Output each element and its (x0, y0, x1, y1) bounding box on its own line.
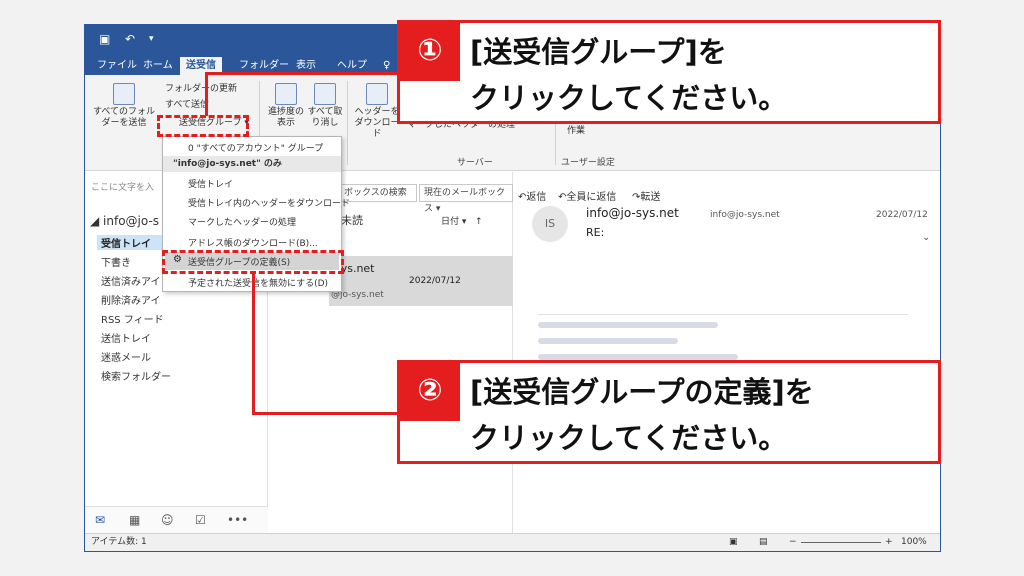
send-all-small-button[interactable]: すべて送信 (165, 97, 209, 110)
download-headers-label: ヘッダーをダウンロード (354, 107, 400, 139)
account-node[interactable]: ◢ info@jo-s (90, 214, 159, 228)
status-bar: アイテム数: 1 ▣ ▤ − + 100% (85, 533, 940, 551)
message-row[interactable]: -sys.net 2022/07/12 @jo-sys.net (329, 256, 513, 306)
menu-item-disable-scheduled[interactable]: 予定された送受信を無効にする(D) (188, 276, 328, 289)
folder-search-input[interactable]: ここに文字を入 (91, 180, 154, 193)
calendar-icon[interactable]: ▦ (129, 513, 140, 527)
reply-button[interactable]: ↶返信 (518, 188, 546, 203)
group-usersettings-label: ユーザー設定 (561, 158, 615, 168)
mail-icon[interactable]: ✉ (95, 513, 105, 527)
email-from[interactable]: info@jo-sys.net (586, 206, 679, 220)
mailbox-scope-select[interactable]: 現在のメールボックス ▾ (419, 184, 513, 214)
zoom-slider[interactable] (801, 542, 881, 543)
save-icon[interactable]: ▣ (99, 32, 110, 46)
zoom-out-icon[interactable]: − (789, 534, 797, 551)
reading-pane: ↶返信 ↶全員に返信 ↷転送 IS info@jo-sys.net info@j… (514, 172, 940, 534)
show-progress-label: 進捗度の表示 (267, 107, 304, 128)
undo-icon[interactable]: ↶ (125, 32, 135, 46)
highlight-send-receive-groups (157, 115, 249, 137)
download-icon (366, 83, 388, 105)
menu-item-inbox[interactable]: 受信トレイ (188, 177, 233, 190)
search-scope[interactable]: ボックスの検索 (339, 184, 417, 202)
connector-line (252, 273, 255, 414)
update-folder-button[interactable]: フォルダーの更新 (165, 81, 237, 94)
send-all-folders-button[interactable]: すべてのフォルダーを送信 (89, 83, 159, 129)
step-2-badge: ② (400, 363, 460, 421)
tab-home[interactable]: ホーム (137, 57, 179, 75)
cancel-all-button[interactable]: すべて取り消し (307, 83, 343, 129)
menu-item-address-book[interactable]: アドレス帳のダウンロード(B)... (188, 236, 318, 249)
folder-item-outbox[interactable]: 送信トレイ (101, 330, 151, 345)
menu-item-inbox-headers[interactable]: 受信トレイ内のヘッダーをダウンロード (188, 196, 350, 209)
forward-label: 転送 (640, 192, 661, 203)
normal-view-icon[interactable]: ▣ (729, 534, 738, 551)
connector-line (252, 412, 398, 415)
sort-label: 日付 (441, 217, 460, 227)
cancel-icon (314, 83, 336, 105)
blurred-line (538, 338, 678, 344)
menu-account-header: "info@jo-sys.net" のみ (163, 156, 341, 172)
show-progress-button[interactable]: 進捗度の表示 (265, 83, 307, 129)
divider (538, 314, 908, 315)
email-subject: RE: (586, 226, 605, 239)
sort-button[interactable]: 日付 ▾ ↑ (441, 214, 483, 227)
highlight-define-groups (162, 250, 344, 274)
send-all-icon (113, 83, 135, 105)
folder-item-deleted[interactable]: 削除済みアイ (101, 292, 161, 307)
folder-item-search[interactable]: 検索フォルダー (101, 368, 171, 383)
group-separator (347, 81, 348, 165)
item-count: アイテム数: 1 (91, 537, 147, 547)
callout-step-2: ② [送受信グループの定義]を クリックしてください。 (397, 360, 941, 464)
blurred-line (538, 322, 718, 328)
expand-icon[interactable]: ⌄ (922, 232, 930, 243)
people-icon[interactable]: ☺ (161, 513, 174, 527)
zoom-level: 100% (901, 537, 927, 547)
avatar: IS (532, 206, 568, 242)
progress-icon (275, 83, 297, 105)
reply-label: 返信 (526, 192, 547, 203)
filter-unread[interactable]: 未読 (341, 212, 363, 228)
connector-line (205, 72, 397, 75)
folder-item-sent[interactable]: 送信済みアイ (101, 273, 161, 288)
customize-qa-icon[interactable]: ▾ (149, 34, 154, 44)
download-headers-button[interactable]: ヘッダーをダウンロード (353, 83, 401, 140)
reply-all-label: 全員に返信 (566, 192, 617, 203)
folder-item-drafts[interactable]: 下書き (101, 254, 131, 269)
sort-direction-icon: ↑ (474, 217, 483, 227)
step-2-line-2: クリックしてください。 (470, 421, 788, 455)
send-all-label: すべてのフォルダーを送信 (92, 107, 155, 128)
reply-all-button[interactable]: ↶全員に返信 (558, 188, 616, 203)
zoom-in-icon[interactable]: + (885, 534, 893, 551)
email-to: info@jo-sys.net (710, 210, 780, 220)
mailbox-scope-label: 現在のメールボックス (424, 188, 506, 214)
account-label: info@jo-s (103, 214, 160, 228)
menu-item-all-accounts[interactable]: 0 "すべてのアカウント" グループ (188, 141, 323, 154)
group-server-label: サーバー (457, 158, 493, 168)
step-1-line-2: クリックしてください。 (470, 81, 788, 115)
more-icon[interactable]: ••• (227, 513, 248, 527)
step-1-line-1: [送受信グループ]を (470, 35, 727, 69)
folder-item-junk[interactable]: 迷惑メール (101, 349, 151, 364)
folder-item-rss[interactable]: RSS フィード (101, 311, 164, 326)
nav-bar: ✉ ▦ ☺ ☑ ••• (85, 506, 268, 534)
cancel-all-label: すべて取り消し (307, 107, 343, 128)
tab-file[interactable]: ファイル (91, 57, 143, 75)
work-button[interactable]: 作業 (567, 123, 585, 136)
tasks-icon[interactable]: ☑ (195, 513, 206, 527)
menu-item-marked-headers[interactable]: マークしたヘッダーの処理 (188, 215, 296, 228)
reading-view-icon[interactable]: ▤ (759, 534, 768, 551)
step-2-line-1: [送受信グループの定義]を (470, 375, 814, 409)
forward-button[interactable]: ↷転送 (632, 188, 660, 203)
callout-step-1: ① [送受信グループ]を クリックしてください。 (397, 20, 941, 124)
message-date: 2022/07/12 (409, 276, 461, 286)
connector-line (205, 72, 208, 116)
step-1-badge: ① (400, 23, 460, 81)
email-date: 2022/07/12 (876, 210, 928, 220)
